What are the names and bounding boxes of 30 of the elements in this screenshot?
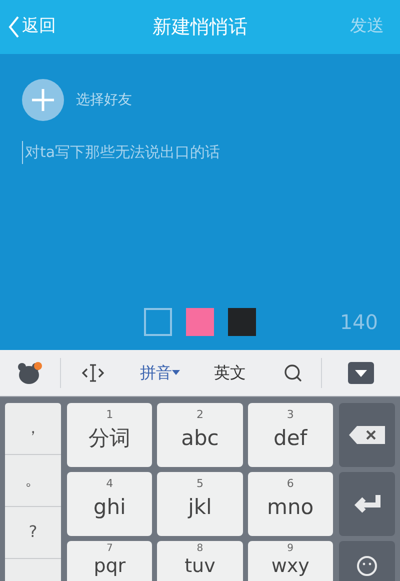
color-swatch[interactable] bbox=[228, 308, 256, 336]
keypad-key[interactable]: 8 tuv bbox=[157, 540, 243, 581]
add-friend-button[interactable] bbox=[22, 79, 64, 122]
english-tab[interactable]: 英文 bbox=[195, 360, 265, 385]
select-friend-label: 选择好友 bbox=[76, 90, 132, 110]
keypad-key[interactable]: 7 pqr bbox=[67, 540, 152, 581]
pinyin-tab[interactable]: 拼音 bbox=[125, 360, 195, 385]
keypad-key[interactable]: 3 def bbox=[248, 402, 333, 467]
backspace-icon bbox=[349, 426, 385, 444]
caret-icon bbox=[172, 370, 180, 376]
punctuation-key[interactable]: ? bbox=[5, 506, 61, 559]
keypad-key[interactable]: 1 分词 bbox=[67, 402, 152, 467]
keypad-key[interactable]: 6 mno bbox=[248, 472, 333, 536]
message-input[interactable]: 对ta写下那些无法说出口的话 bbox=[22, 141, 378, 164]
color-swatch[interactable] bbox=[186, 308, 214, 336]
keypad-key[interactable]: 2 abc bbox=[157, 402, 243, 467]
punctuation-key[interactable]: ， bbox=[5, 402, 61, 455]
backspace-key[interactable] bbox=[339, 402, 395, 467]
keypad-key[interactable]: 9 wxy bbox=[248, 540, 333, 581]
character-counter: 140 bbox=[340, 308, 378, 336]
enter-key[interactable] bbox=[339, 472, 395, 536]
smiley-icon bbox=[356, 554, 378, 577]
punctuation-key[interactable]: 。 bbox=[5, 454, 61, 507]
page-title: 新建悄悄话 bbox=[152, 14, 248, 40]
emoji-key[interactable] bbox=[339, 540, 395, 581]
color-swatch[interactable] bbox=[144, 308, 172, 336]
back-chevron-icon bbox=[8, 15, 20, 40]
keypad-key[interactable]: 4 ghi bbox=[67, 472, 152, 536]
keypad-key[interactable]: 5 jkl bbox=[157, 472, 243, 536]
plus-icon bbox=[31, 88, 55, 112]
